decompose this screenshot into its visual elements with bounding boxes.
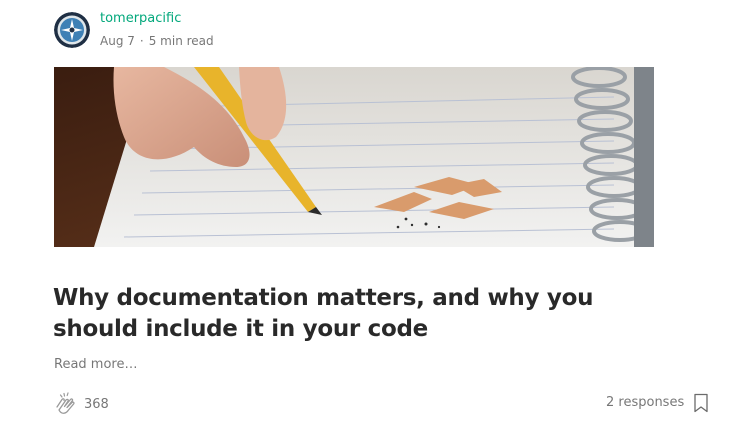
bookmark-icon [694,393,708,413]
responses-link[interactable]: 2 responses [606,395,684,411]
post-date: Aug 7 [100,34,135,48]
clap-button[interactable] [53,392,79,418]
post-meta: Aug 7 · 5 min read [100,34,214,48]
clap-count[interactable]: 368 [84,397,109,413]
meta-separator: · [139,34,144,48]
hero-image[interactable] [54,67,654,247]
clap-icon [56,392,75,414]
post-title[interactable]: Why documentation matters, and why you s… [53,283,673,345]
author-name-link[interactable]: tomerpacific [100,11,181,27]
read-time: 5 min read [148,34,214,48]
author-avatar[interactable] [54,12,90,48]
read-more-link[interactable]: Read more… [54,357,137,373]
compass-logo-icon [54,12,90,48]
bookmark-button[interactable] [692,393,710,413]
